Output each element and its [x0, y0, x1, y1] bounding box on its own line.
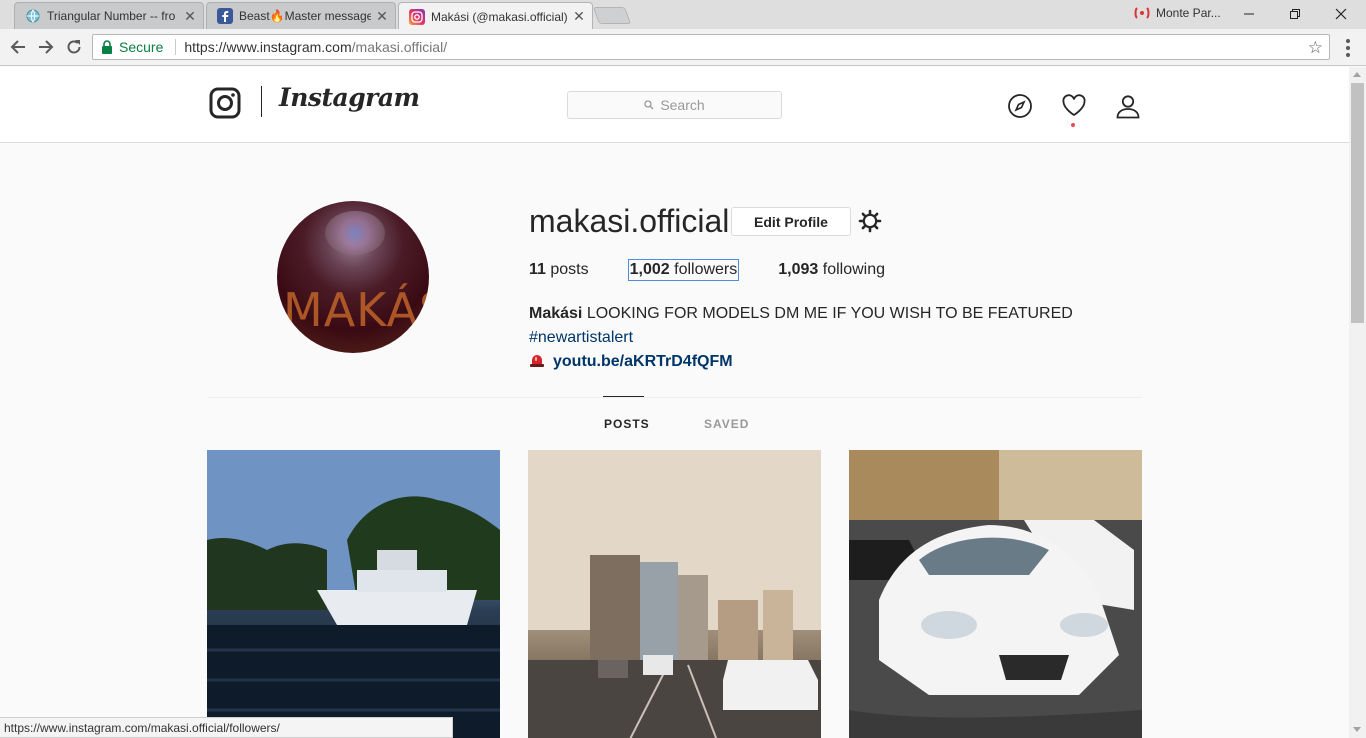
url-host: https://www.instagram.com [184, 39, 352, 55]
tab-close-icon[interactable]: ✕ [375, 8, 389, 25]
more-menu-icon[interactable] [1340, 38, 1356, 58]
tab-close-icon[interactable]: ✕ [183, 8, 197, 25]
secure-label: Secure [119, 39, 164, 55]
restore-button[interactable] [1272, 0, 1318, 28]
page-viewport: Instagram Search MAKÁSI makasi.official … [0, 67, 1349, 738]
post-image-boat [207, 450, 500, 738]
followers-count: 1,002 [629, 261, 670, 278]
facebook-icon [217, 8, 233, 24]
logo-divider [261, 86, 262, 117]
forward-button[interactable] [36, 37, 56, 57]
notification-dot [1071, 123, 1075, 127]
siren-icon [530, 355, 544, 367]
browser-tab-facebook[interactable]: Beast🔥Master message ✕ [206, 2, 396, 29]
profile-stats: 11 posts 1,002 followers 1,093 following [529, 259, 925, 281]
post-image-city [528, 450, 821, 738]
profile-logo-icon [1134, 7, 1150, 19]
scroll-up-arrow-icon[interactable] [1353, 72, 1361, 77]
posts-stat: 11 posts [529, 261, 589, 280]
profile-bio: Makási LOOKING FOR MODELS DM ME IF YOU W… [529, 302, 1149, 374]
new-tab-button[interactable] [592, 7, 632, 24]
tab-title: Triangular Number -- fro [47, 9, 176, 23]
browser-profile-name: Monte Par... [1156, 6, 1221, 20]
lock-icon [102, 40, 112, 54]
following-count: 1,093 [778, 261, 819, 278]
browser-tabstrip: Triangular Number -- fro ✕ Beast🔥Master … [0, 0, 1366, 30]
following-link[interactable]: 1,093 following [778, 261, 885, 280]
globe-icon [25, 8, 41, 24]
heart-icon[interactable] [1061, 93, 1087, 119]
tab-saved[interactable]: SAVED [704, 417, 749, 431]
edit-profile-button[interactable]: Edit Profile [731, 207, 851, 236]
browser-toolbar: Secure https://www.instagram.com/makasi.… [0, 29, 1366, 66]
address-separator [175, 39, 177, 55]
reload-icon [67, 40, 81, 54]
minimize-button[interactable] [1226, 0, 1272, 28]
arrow-left-icon [10, 40, 25, 54]
reload-button[interactable] [64, 37, 84, 57]
scroll-down-arrow-icon[interactable] [1353, 727, 1361, 732]
following-label: following [822, 261, 886, 278]
bio-external-link[interactable]: youtu.be/aKRTrD4fQFM [553, 353, 733, 370]
bookmark-star-icon[interactable]: ☆ [1308, 38, 1323, 58]
minimize-icon [1244, 13, 1254, 15]
post-thumbnail[interactable] [849, 450, 1142, 738]
tabs-divider [207, 397, 1142, 398]
post-thumbnail[interactable] [528, 450, 821, 738]
browser-tab-triangular[interactable]: Triangular Number -- fro ✕ [14, 2, 204, 29]
user-icon[interactable] [1115, 93, 1141, 119]
gear-icon[interactable] [858, 209, 882, 233]
avatar-eye-art [325, 211, 385, 255]
bio-name: Makási [529, 305, 583, 322]
instagram-wordmark[interactable]: Instagram [279, 83, 420, 112]
profile-username: makasi.official [529, 203, 730, 239]
status-bar-url: https://www.instagram.com/makasi.officia… [0, 717, 453, 738]
active-tab-indicator [603, 396, 644, 397]
search-placeholder: Search [660, 97, 705, 113]
followers-label: followers [674, 261, 738, 278]
tab-close-icon[interactable]: ✕ [572, 8, 586, 25]
avatar-brand-text: MAKÁSI [283, 283, 429, 337]
scrollbar-thumb[interactable] [1351, 83, 1364, 323]
close-icon [1335, 8, 1347, 20]
back-button[interactable] [8, 37, 28, 57]
search-icon [644, 100, 654, 110]
search-input[interactable]: Search [567, 91, 782, 119]
browser-tab-instagram[interactable]: Makási (@makasi.official) ✕ [398, 2, 593, 30]
bio-hashtag-link[interactable]: #newartistalert [529, 329, 633, 346]
instagram-header: Instagram Search [0, 67, 1349, 143]
profile-avatar[interactable]: MAKÁSI [277, 201, 429, 353]
address-bar[interactable]: Secure https://www.instagram.com/makasi.… [92, 34, 1330, 60]
followers-link[interactable]: 1,002 followers [627, 259, 740, 281]
bio-text: LOOKING FOR MODELS DM ME IF YOU WISH TO … [586, 305, 1073, 322]
tab-title: Beast🔥Master message [239, 9, 371, 23]
arrow-right-icon [39, 40, 54, 54]
url-path: /makasi.official/ [351, 39, 448, 55]
posts-label: posts [550, 261, 589, 278]
tab-posts[interactable]: POSTS [604, 417, 650, 431]
close-window-button[interactable] [1318, 0, 1364, 28]
post-thumbnail[interactable] [207, 450, 500, 738]
restore-icon [1290, 9, 1300, 19]
page-scrollbar[interactable] [1349, 67, 1366, 738]
compass-icon[interactable] [1007, 93, 1033, 119]
browser-profile-chip[interactable]: Monte Par... [1134, 6, 1221, 20]
posts-count: 11 [529, 261, 546, 278]
instagram-camera-icon[interactable] [209, 87, 241, 119]
post-image-car [849, 450, 1142, 738]
instagram-favicon-icon [409, 8, 425, 25]
tab-title: Makási (@makasi.official) [431, 9, 568, 24]
